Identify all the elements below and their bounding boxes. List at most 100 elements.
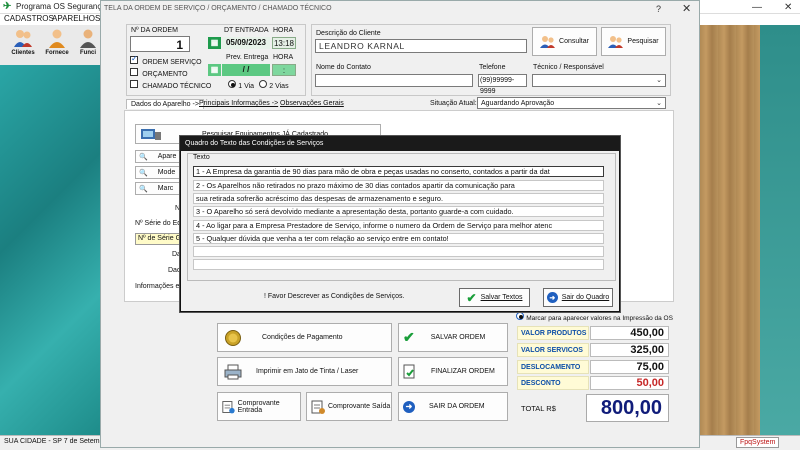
via-2-radio[interactable] (259, 80, 267, 88)
imprimir-label: Imprimir em Jato de Tinta / Laser (256, 368, 359, 375)
comprovante-saida-label: Comprovante Saída (328, 403, 391, 410)
marca-search-icon: 🔍 (139, 185, 148, 193)
toolbar-funci-label: Funci (80, 50, 96, 56)
condition-line-3[interactable]: sua retirada sofrerão acréscimo das desp… (193, 193, 604, 204)
ordem-servico-label: ORDEM SERVIÇO (142, 59, 202, 66)
prev-hora-field[interactable]: : (272, 64, 296, 76)
condition-line-2[interactable]: 2 - Os Aparelhos não retirados no prazo … (193, 180, 604, 191)
deslocamento-value[interactable]: 75,00 (590, 360, 669, 374)
toolbar-clientes-button[interactable]: Clientes (8, 27, 38, 63)
client-desc-label: Descrição do Cliente (316, 30, 381, 37)
via-1-label: 1 Via (238, 83, 255, 90)
condition-line-7[interactable] (193, 246, 604, 257)
equipment-icon (141, 129, 161, 140)
salvar-textos-button[interactable]: ✔ Salvar Textos (459, 288, 530, 307)
hora-label: HORA (273, 27, 294, 34)
window-title: TELA DA ORDEM DE SERVIÇO / ORÇAMENTO / C… (104, 5, 332, 12)
situacao-select[interactable]: Aguardando Aprovação ⌄ (477, 97, 666, 109)
receipt-out-icon (311, 400, 325, 414)
mark-values-option[interactable]: Marcar para aparecer valores na Impressã… (516, 312, 673, 322)
via-2-label: 2 Vias (269, 83, 289, 90)
marca-button[interactable]: 🔍 Marc (135, 182, 180, 195)
type-chamado-tecnico[interactable]: CHAMADO TÉCNICO (130, 80, 211, 90)
client-name-field[interactable]: LEANDRO KARNAL (315, 39, 527, 53)
imprimir-button[interactable]: Imprimir em Jato de Tinta / Laser (217, 357, 392, 386)
toolbar-clientes-label: Clientes (11, 50, 35, 56)
comprovante-entrada-button[interactable]: Comprovante Entrada (217, 392, 301, 421)
order-number-field[interactable]: 1 (130, 36, 190, 52)
desconto-value[interactable]: 50,00 (590, 376, 669, 390)
chamado-tecnico-checkbox[interactable] (130, 80, 138, 88)
telefone-label: Telefone (479, 64, 506, 71)
situacao-label: Situação Atual: (430, 100, 477, 107)
finalizar-ordem-button[interactable]: FINALIZAR ORDEM (398, 357, 508, 386)
tab-dados-aparelho[interactable]: Dados do Aparelho -> (126, 99, 204, 109)
dt-entrada-field[interactable]: 05/09/2023 (222, 37, 270, 49)
consult-people-icon (540, 35, 556, 48)
app-close-icon[interactable]: ✕ (784, 2, 792, 13)
prev-entrega-label: Prev. Entrega (226, 54, 269, 61)
ordem-servico-checkbox[interactable] (130, 54, 138, 64)
tecnico-select[interactable]: ⌄ (532, 74, 666, 87)
valor-servicos-value[interactable]: 325,00 (590, 343, 669, 357)
aparelho-search-icon: 🔍 (139, 153, 148, 161)
modal-hint: ! Favor Descrever as Condições de Serviç… (264, 293, 405, 300)
valor-produtos-value[interactable]: 450,00 (590, 326, 669, 340)
serie-field[interactable]: Nº de Série GSE (135, 233, 180, 245)
prev-calendar-icon[interactable]: ▦ (208, 64, 221, 76)
order-number-label: Nº DA ORDEM (131, 27, 178, 34)
hora-field[interactable]: 13:18 (272, 37, 296, 49)
consultar-label: Consultar (559, 38, 589, 45)
valor-produtos-label: VALOR PRODUTOS (517, 326, 589, 340)
modelo-button[interactable]: 🔍 Mode (135, 166, 180, 179)
sair-quadro-button[interactable]: ➜ Sair do Quadro (543, 288, 613, 307)
condition-line-1[interactable]: 1 - A Empresa da garantia de 90 dias par… (193, 166, 604, 177)
minimize-icon[interactable]: — (752, 2, 762, 13)
type-orcamento[interactable]: ORÇAMENTO (130, 68, 188, 78)
orcamento-label: ORÇAMENTO (142, 71, 188, 78)
menu-aparelhos[interactable]: APARELHOS (52, 14, 100, 23)
condicoes-label: Condições de Pagamento (262, 334, 343, 341)
condition-line-8[interactable] (193, 259, 604, 270)
type-ordem-servico[interactable]: ORDEM SERVIÇO (130, 54, 202, 66)
search-people-icon (608, 35, 624, 48)
prev-entrega-field[interactable]: / / (222, 64, 270, 76)
salvar-ordem-button[interactable]: ✔ SALVAR ORDEM (398, 323, 508, 352)
condition-line-6[interactable]: 5 - Qualquer dúvida que venha a ter com … (193, 233, 604, 244)
app-logo-icon: ✈ (3, 1, 12, 12)
marca-label: Marc (157, 185, 174, 192)
modal-text-label: Texto (191, 154, 212, 161)
save-check-icon: ✔ (466, 290, 477, 305)
toolbar-fornece-label: Fornece (45, 50, 69, 56)
menu-cadastros[interactable]: CADASTROS (4, 14, 54, 23)
salvar-label: SALVAR ORDEM (430, 334, 486, 341)
via-2-option[interactable]: 2 Vias (259, 80, 289, 90)
via-1-radio[interactable] (228, 80, 236, 88)
telefone-field[interactable]: (99)99999-9999 (478, 74, 527, 95)
situacao-value: Aguardando Aprovação (481, 100, 555, 107)
aparelho-button[interactable]: 🔍 Apare (135, 150, 180, 163)
condition-line-4[interactable]: 3 - O Aparelho só será devolvido mediant… (193, 206, 604, 217)
mark-values-radio[interactable] (516, 312, 524, 320)
calendar-icon[interactable]: ▦ (208, 37, 221, 49)
consultar-button[interactable]: Consultar (532, 27, 597, 56)
contato-field[interactable] (315, 74, 473, 87)
via-1-option[interactable]: 1 Via (228, 80, 254, 90)
pesquisar-button[interactable]: Pesquisar (601, 27, 666, 56)
condicoes-pagamento-button[interactable]: Condições de Pagamento (217, 323, 392, 352)
tab-observacoes-gerais[interactable]: Observações Gerais (280, 100, 344, 107)
exit-arrow-icon: ➜ (403, 400, 415, 413)
window-close-icon[interactable]: ✕ (682, 2, 691, 15)
tab-principais-informacoes[interactable]: Principais Informações -> (199, 100, 278, 107)
condition-line-5[interactable]: 4 - Ao ligar para a Empresa Prestadore d… (193, 220, 604, 231)
comprovante-saida-button[interactable]: Comprovante Saída (306, 392, 392, 421)
toolbar-fornece-button[interactable]: Fornece (42, 27, 72, 63)
sair-ordem-button[interactable]: ➜ SAIR DA ORDEM (398, 392, 508, 421)
clients-icon (14, 30, 32, 47)
orcamento-checkbox[interactable] (130, 68, 138, 76)
toolbar-funci-button[interactable]: Funci (76, 27, 100, 63)
mark-values-label: Marcar para aparecer valores na Impressã… (526, 315, 673, 322)
status-brand: FpqSystem (736, 437, 780, 448)
help-icon[interactable]: ? (656, 4, 661, 14)
deslocamento-label: DESLOCAMENTO (517, 360, 589, 374)
